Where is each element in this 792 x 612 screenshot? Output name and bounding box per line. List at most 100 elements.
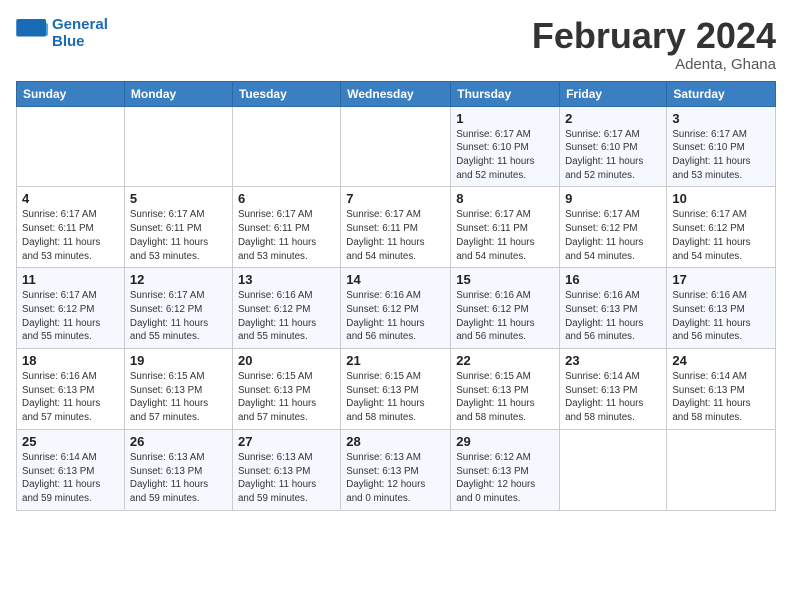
day-number: 21: [346, 353, 445, 368]
calendar-cell: [124, 106, 232, 187]
day-number: 6: [238, 191, 335, 206]
calendar-cell: 4 Sunrise: 6:17 AM Sunset: 6:11 PM Daylig…: [17, 187, 125, 268]
calendar-cell: 15 Sunrise: 6:16 AM Sunset: 6:12 PM Dayli…: [451, 268, 560, 349]
calendar-cell: 2 Sunrise: 6:17 AM Sunset: 6:10 PM Daylig…: [560, 106, 667, 187]
calendar-cell: 13 Sunrise: 6:16 AM Sunset: 6:12 PM Dayli…: [232, 268, 340, 349]
calendar-cell: 21 Sunrise: 6:15 AM Sunset: 6:13 PM Dayli…: [341, 349, 451, 430]
week-row-1: 1Sunrise: 6:17 AM Sunset: 6:10 PM Daylig…: [17, 106, 776, 187]
calendar-cell: 19Sunrise: 6:15 AM Sunset: 6:13 PM Dayli…: [124, 349, 232, 430]
calendar-cell: 22 Sunrise: 6:15 AM Sunset: 6:13 PM Dayli…: [451, 349, 560, 430]
day-number: 10: [672, 191, 770, 206]
day-info: Sunrise: 6:16 AM Sunset: 6:13 PM Dayligh…: [672, 289, 770, 344]
day-info: Sunrise: 6:14 AM Sunset: 6:13 PM Dayligh…: [672, 370, 770, 425]
day-number: 20: [238, 353, 335, 368]
day-info: Sunrise: 6:17 AM Sunset: 6:12 PM Dayligh…: [130, 289, 227, 344]
calendar-table: SundayMondayTuesdayWednesdayThursdayFrid…: [16, 81, 776, 511]
day-number: 27: [238, 434, 335, 449]
day-header-sunday: Sunday: [17, 81, 125, 106]
page-header: General Blue February 2024 Adenta, Ghana: [16, 16, 776, 73]
calendar-cell: 12Sunrise: 6:17 AM Sunset: 6:12 PM Dayli…: [124, 268, 232, 349]
day-info: Sunrise: 6:17 AM Sunset: 6:11 PM Dayligh…: [22, 208, 119, 263]
month-title: February 2024: [532, 16, 776, 56]
calendar-cell: 18 Sunrise: 6:16 AM Sunset: 6:13 PM Dayli…: [17, 349, 125, 430]
logo: General Blue: [16, 16, 108, 50]
calendar-cell: 7Sunrise: 6:17 AM Sunset: 6:11 PM Daylig…: [341, 187, 451, 268]
title-block: February 2024 Adenta, Ghana: [532, 16, 776, 73]
week-row-2: 4 Sunrise: 6:17 AM Sunset: 6:11 PM Daylig…: [17, 187, 776, 268]
calendar-cell: 5 Sunrise: 6:17 AM Sunset: 6:11 PM Daylig…: [124, 187, 232, 268]
calendar-cell: 10Sunrise: 6:17 AM Sunset: 6:12 PM Dayli…: [667, 187, 776, 268]
day-number: 29: [456, 434, 554, 449]
calendar-cell: 28Sunrise: 6:13 AM Sunset: 6:13 PM Dayli…: [341, 429, 451, 510]
day-info: Sunrise: 6:17 AM Sunset: 6:10 PM Dayligh…: [565, 128, 661, 183]
day-header-saturday: Saturday: [667, 81, 776, 106]
day-number: 7: [346, 191, 445, 206]
calendar-cell: [667, 429, 776, 510]
day-info: Sunrise: 6:17 AM Sunset: 6:12 PM Dayligh…: [22, 289, 119, 344]
day-number: 15: [456, 272, 554, 287]
day-number: 2: [565, 111, 661, 126]
calendar-cell: 20 Sunrise: 6:15 AM Sunset: 6:13 PM Dayli…: [232, 349, 340, 430]
day-header-tuesday: Tuesday: [232, 81, 340, 106]
day-info: Sunrise: 6:16 AM Sunset: 6:13 PM Dayligh…: [565, 289, 661, 344]
calendar-cell: [17, 106, 125, 187]
logo-icon: [16, 19, 48, 47]
day-number: 26: [130, 434, 227, 449]
day-number: 22: [456, 353, 554, 368]
week-row-3: 11 Sunrise: 6:17 AM Sunset: 6:12 PM Dayli…: [17, 268, 776, 349]
location: Adenta, Ghana: [532, 56, 776, 73]
day-info: Sunrise: 6:15 AM Sunset: 6:13 PM Dayligh…: [346, 370, 445, 425]
day-number: 11: [22, 272, 119, 287]
day-info: Sunrise: 6:17 AM Sunset: 6:11 PM Dayligh…: [238, 208, 335, 263]
day-number: 5: [130, 191, 227, 206]
day-number: 17: [672, 272, 770, 287]
week-row-4: 18 Sunrise: 6:16 AM Sunset: 6:13 PM Dayli…: [17, 349, 776, 430]
calendar-header: SundayMondayTuesdayWednesdayThursdayFrid…: [17, 81, 776, 106]
day-header-wednesday: Wednesday: [341, 81, 451, 106]
day-number: 14: [346, 272, 445, 287]
calendar-cell: 23Sunrise: 6:14 AM Sunset: 6:13 PM Dayli…: [560, 349, 667, 430]
day-info: Sunrise: 6:17 AM Sunset: 6:10 PM Dayligh…: [456, 128, 554, 183]
day-info: Sunrise: 6:14 AM Sunset: 6:13 PM Dayligh…: [22, 451, 119, 506]
day-info: Sunrise: 6:13 AM Sunset: 6:13 PM Dayligh…: [346, 451, 445, 506]
day-header-thursday: Thursday: [451, 81, 560, 106]
day-number: 3: [672, 111, 770, 126]
day-number: 25: [22, 434, 119, 449]
day-number: 23: [565, 353, 661, 368]
day-info: Sunrise: 6:16 AM Sunset: 6:12 PM Dayligh…: [238, 289, 335, 344]
calendar-cell: 14 Sunrise: 6:16 AM Sunset: 6:12 PM Dayli…: [341, 268, 451, 349]
logo-text: General Blue: [52, 16, 108, 50]
calendar-cell: [560, 429, 667, 510]
day-info: Sunrise: 6:12 AM Sunset: 6:13 PM Dayligh…: [456, 451, 554, 506]
day-info: Sunrise: 6:17 AM Sunset: 6:10 PM Dayligh…: [672, 128, 770, 183]
calendar-cell: [232, 106, 340, 187]
calendar-cell: 27 Sunrise: 6:13 AM Sunset: 6:13 PM Dayli…: [232, 429, 340, 510]
calendar-cell: 29 Sunrise: 6:12 AM Sunset: 6:13 PM Dayli…: [451, 429, 560, 510]
day-number: 9: [565, 191, 661, 206]
calendar-cell: 3 Sunrise: 6:17 AM Sunset: 6:10 PM Daylig…: [667, 106, 776, 187]
day-number: 18: [22, 353, 119, 368]
calendar-cell: 24 Sunrise: 6:14 AM Sunset: 6:13 PM Dayli…: [667, 349, 776, 430]
day-number: 4: [22, 191, 119, 206]
day-info: Sunrise: 6:17 AM Sunset: 6:12 PM Dayligh…: [565, 208, 661, 263]
day-header-monday: Monday: [124, 81, 232, 106]
calendar-cell: 6 Sunrise: 6:17 AM Sunset: 6:11 PM Daylig…: [232, 187, 340, 268]
calendar-cell: [341, 106, 451, 187]
day-info: Sunrise: 6:16 AM Sunset: 6:12 PM Dayligh…: [346, 289, 445, 344]
day-number: 13: [238, 272, 335, 287]
day-info: Sunrise: 6:16 AM Sunset: 6:12 PM Dayligh…: [456, 289, 554, 344]
calendar-cell: 1Sunrise: 6:17 AM Sunset: 6:10 PM Daylig…: [451, 106, 560, 187]
calendar-cell: 11 Sunrise: 6:17 AM Sunset: 6:12 PM Dayli…: [17, 268, 125, 349]
day-info: Sunrise: 6:13 AM Sunset: 6:13 PM Dayligh…: [238, 451, 335, 506]
day-info: Sunrise: 6:15 AM Sunset: 6:13 PM Dayligh…: [456, 370, 554, 425]
header-row: SundayMondayTuesdayWednesdayThursdayFrid…: [17, 81, 776, 106]
week-row-5: 25 Sunrise: 6:14 AM Sunset: 6:13 PM Dayli…: [17, 429, 776, 510]
day-info: Sunrise: 6:17 AM Sunset: 6:11 PM Dayligh…: [130, 208, 227, 263]
day-info: Sunrise: 6:16 AM Sunset: 6:13 PM Dayligh…: [22, 370, 119, 425]
day-number: 16: [565, 272, 661, 287]
calendar-cell: 26Sunrise: 6:13 AM Sunset: 6:13 PM Dayli…: [124, 429, 232, 510]
day-info: Sunrise: 6:15 AM Sunset: 6:13 PM Dayligh…: [238, 370, 335, 425]
day-number: 8: [456, 191, 554, 206]
day-number: 24: [672, 353, 770, 368]
calendar-cell: 16 Sunrise: 6:16 AM Sunset: 6:13 PM Dayli…: [560, 268, 667, 349]
